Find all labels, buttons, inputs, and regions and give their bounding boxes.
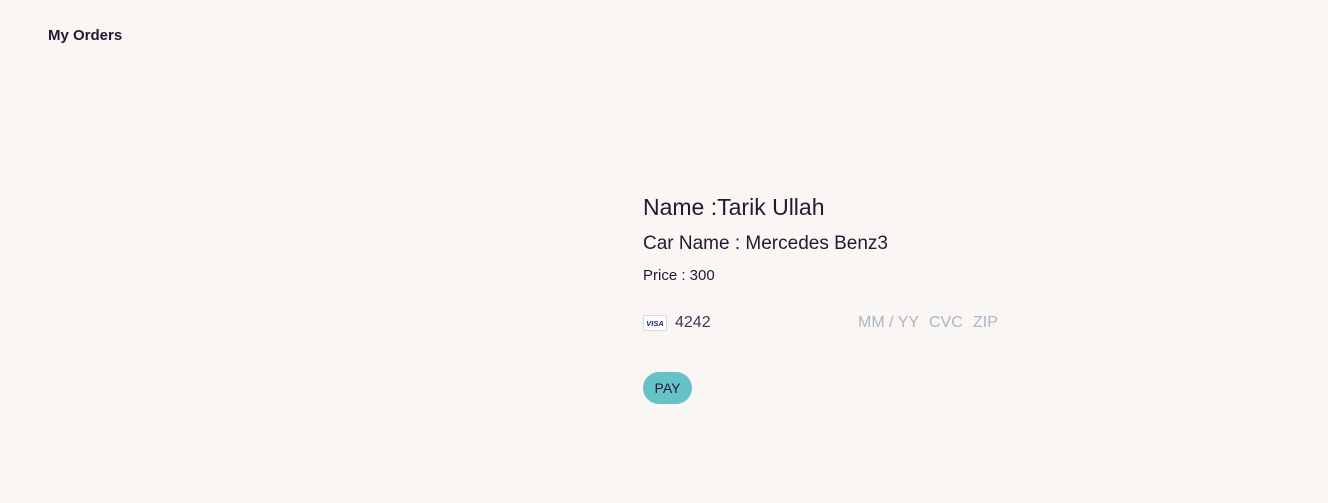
visa-card-icon: VISA — [643, 315, 667, 331]
order-panel: Name :Tarik Ullah Car Name : Mercedes Be… — [643, 192, 1003, 404]
car-name: Car Name : Mercedes Benz3 — [643, 233, 888, 254]
pay-button[interactable]: PAY — [643, 372, 692, 404]
customer-name: Name :Tarik Ullah — [643, 194, 825, 220]
price: Price : 300 — [643, 267, 715, 284]
cvc-input[interactable] — [929, 314, 964, 332]
zip-input[interactable] — [973, 314, 1003, 332]
card-extra-fields — [858, 310, 1003, 336]
visa-brand-text: VISA — [646, 319, 664, 327]
card-element[interactable]: VISA — [643, 310, 1003, 336]
my-orders-link[interactable]: My Orders — [48, 27, 122, 44]
card-number-input[interactable] — [675, 314, 825, 332]
expiry-input[interactable] — [858, 314, 920, 332]
